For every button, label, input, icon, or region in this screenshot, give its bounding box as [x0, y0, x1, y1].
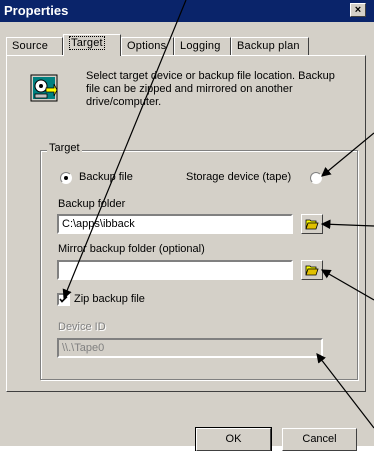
tab-options[interactable]: Options — [121, 37, 174, 55]
title-bar: Properties × — [0, 0, 374, 22]
zip-backup-label[interactable]: Zip backup file — [74, 293, 145, 305]
radio-selected-dot — [64, 176, 68, 180]
cancel-button[interactable]: Cancel — [282, 428, 357, 451]
window-title: Properties — [4, 3, 69, 18]
folder-open-icon — [305, 219, 319, 230]
intro-text: Select target device or backup file loca… — [86, 70, 335, 108]
browse-backup-folder-button[interactable] — [301, 214, 323, 234]
zip-backup-checkbox[interactable] — [57, 293, 70, 306]
browse-mirror-folder-button[interactable] — [301, 260, 323, 280]
backup-target-icon — [30, 74, 58, 102]
ok-button[interactable]: OK — [195, 427, 272, 451]
device-id-label: Device ID — [58, 321, 106, 333]
close-button[interactable]: × — [350, 3, 366, 17]
folder-open-icon — [305, 265, 319, 276]
mirror-folder-label: Mirror backup folder (optional) — [58, 243, 205, 255]
dialog-body: Source Target Options Logging Backup pla… — [0, 22, 374, 451]
device-id-input[interactable] — [57, 338, 323, 358]
storage-device-label[interactable]: Storage device (tape) — [186, 171, 291, 183]
tab-backup-plan[interactable]: Backup plan — [231, 37, 309, 55]
tab-source[interactable]: Source — [6, 37, 63, 55]
storage-device-radio[interactable] — [310, 172, 322, 184]
backup-folder-label: Backup folder — [58, 198, 126, 210]
target-group-legend: Target — [47, 142, 82, 154]
backup-folder-input[interactable] — [57, 214, 293, 234]
tab-target[interactable]: Target — [63, 34, 121, 56]
backup-file-radio[interactable] — [60, 172, 72, 184]
backup-file-label[interactable]: Backup file — [79, 171, 133, 183]
mirror-folder-input[interactable] — [57, 260, 293, 280]
tab-logging[interactable]: Logging — [174, 37, 231, 55]
checkmark-icon — [59, 295, 68, 303]
